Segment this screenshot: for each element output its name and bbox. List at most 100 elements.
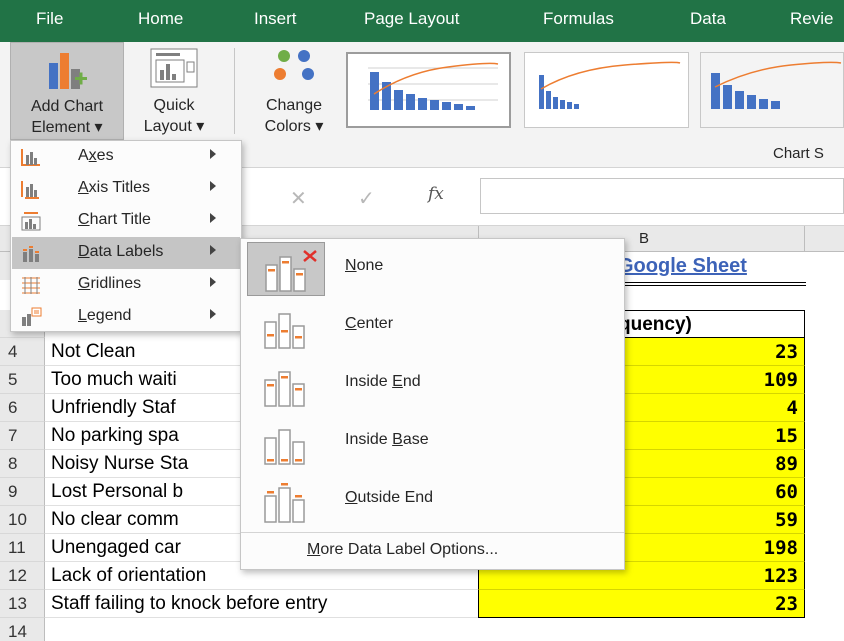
data-labels-submenu: More Data Label Options... None Center Ins…	[240, 238, 625, 570]
data-label-option-label: None	[345, 257, 383, 275]
sheet-title-link[interactable]: Google Sheet	[618, 255, 747, 277]
cell-frequency[interactable]: 23	[478, 590, 805, 618]
legend-icon	[20, 307, 42, 327]
label-accel: x	[88, 147, 97, 164]
add-chart-element-button[interactable]: Add Chart Element ▾	[10, 42, 124, 140]
label-accel: C	[345, 315, 357, 332]
row-number[interactable]: 13	[0, 590, 45, 618]
data-label-option-label: Outside End	[345, 489, 433, 507]
label-post: one	[356, 257, 384, 274]
quick-layout-label-2: Layout ▾	[143, 118, 205, 135]
row-number[interactable]: 8	[0, 450, 45, 478]
axis-titles-icon	[20, 179, 42, 199]
axes-icon	[20, 147, 42, 167]
chart-style-preview-icon	[368, 62, 499, 110]
label-accel: E	[392, 373, 403, 390]
quick-layout-button[interactable]: Quick Layout ▾	[128, 42, 220, 140]
row-number[interactable]: 6	[0, 394, 45, 422]
label-accel: B	[392, 431, 403, 448]
add-chart-element-icon	[49, 53, 87, 89]
data-label-option-inside-base[interactable]: Inside Base	[242, 413, 623, 471]
tab-home[interactable]: Home	[138, 9, 183, 29]
label-accel: G	[78, 275, 91, 292]
tab-data[interactable]: Data	[690, 9, 726, 29]
data-labels-icon	[20, 243, 42, 263]
data-label-option-inside-end[interactable]: Inside End	[242, 355, 623, 413]
label-post: ata Labels	[89, 243, 164, 260]
row-number[interactable]: 10	[0, 506, 45, 534]
inside-base-labels-icon	[247, 416, 325, 470]
row-number[interactable]: 5	[0, 366, 45, 394]
submenu-arrow-icon	[210, 181, 216, 191]
chart-styles-group-label: Chart S	[773, 145, 824, 162]
menu-item-label: Legend	[78, 307, 131, 325]
label-post: ridlines	[90, 275, 142, 292]
inside-end-labels-icon	[247, 358, 325, 412]
data-label-option-center[interactable]: Center	[242, 297, 623, 355]
add-chart-label-2: Element ▾	[31, 119, 103, 136]
add-chart-label-1: Add Chart	[30, 98, 104, 115]
chart-style-2[interactable]	[524, 52, 689, 128]
label-post: xis Titles	[88, 179, 151, 196]
enter-icon[interactable]: ✓	[358, 186, 375, 211]
label-post: hart Title	[89, 211, 151, 228]
row-number[interactable]: 9	[0, 478, 45, 506]
change-colors-button[interactable]: Change Colors ▾	[250, 42, 338, 140]
tab-review[interactable]: Revie	[790, 9, 833, 29]
label-pre: Inside	[345, 373, 393, 390]
cell-category[interactable]: Staff failing to knock before entry	[45, 590, 478, 618]
tab-formulas[interactable]: Formulas	[543, 9, 614, 29]
cell-category[interactable]	[45, 618, 478, 641]
row-number[interactable]: 4	[0, 338, 45, 366]
data-label-option-label: Center	[345, 315, 393, 333]
more-data-label-options[interactable]: More Data Label Options...	[307, 541, 498, 559]
submenu-arrow-icon	[210, 277, 216, 287]
row-number[interactable]: 14	[0, 618, 45, 641]
chart-style-preview-icon	[539, 61, 681, 109]
center-labels-icon	[247, 300, 325, 354]
table-row: 13 Staff failing to knock before entry 23	[0, 590, 844, 618]
data-label-option-none[interactable]: None	[242, 239, 623, 297]
menu-item-label: Axis Titles	[78, 179, 150, 197]
cancel-icon[interactable]: ✕	[290, 186, 307, 211]
change-colors-label-1: Change	[265, 97, 323, 114]
row-number[interactable]: 7	[0, 422, 45, 450]
ribbon-separator	[234, 48, 235, 134]
quick-layout-icon	[150, 48, 198, 88]
change-colors-label-2: Colors ▾	[264, 118, 324, 135]
chart-style-preview-icon	[701, 53, 843, 127]
chart-title-icon	[20, 211, 42, 231]
menu-item-data-labels[interactable]: Data Labels	[12, 237, 240, 269]
tab-file[interactable]: File	[36, 9, 63, 29]
label-post: enter	[356, 315, 394, 332]
chart-style-1[interactable]	[346, 52, 511, 128]
insert-function-icon[interactable]: fx	[428, 184, 444, 204]
submenu-arrow-icon	[210, 149, 216, 159]
label-pre: Inside	[345, 431, 393, 448]
data-label-option-outside-end[interactable]: Outside End	[242, 471, 623, 529]
data-label-option-label: Inside Base	[345, 431, 429, 449]
tab-page-layout[interactable]: Page Layout	[364, 9, 459, 29]
add-chart-element-menu: Axes Axis Titles Chart Title Data Labels Gri…	[10, 140, 242, 332]
menu-item-axes[interactable]: Axes	[12, 141, 240, 173]
label-accel: D	[78, 243, 90, 260]
label-accel: A	[78, 179, 89, 196]
gridlines-icon	[20, 275, 42, 295]
formula-input[interactable]	[480, 178, 844, 214]
chart-style-3[interactable]	[700, 52, 844, 128]
more-options-accel: M	[307, 541, 321, 558]
menu-item-legend[interactable]: Legend	[12, 301, 240, 333]
menu-item-axis-titles[interactable]: Axis Titles	[12, 173, 240, 205]
label-pre: A	[78, 147, 89, 164]
label-post: es	[96, 147, 114, 164]
menu-item-gridlines[interactable]: Gridlines	[12, 269, 240, 301]
table-row: 14	[0, 618, 844, 641]
row-number[interactable]: 11	[0, 534, 45, 562]
label-post: egend	[86, 307, 132, 324]
data-label-option-label: Inside End	[345, 373, 421, 391]
row-number[interactable]: 12	[0, 562, 45, 590]
menu-item-chart-title[interactable]: Chart Title	[12, 205, 240, 237]
tab-insert[interactable]: Insert	[254, 9, 297, 29]
menu-item-label: Gridlines	[78, 275, 141, 293]
label-accel: C	[78, 211, 90, 228]
